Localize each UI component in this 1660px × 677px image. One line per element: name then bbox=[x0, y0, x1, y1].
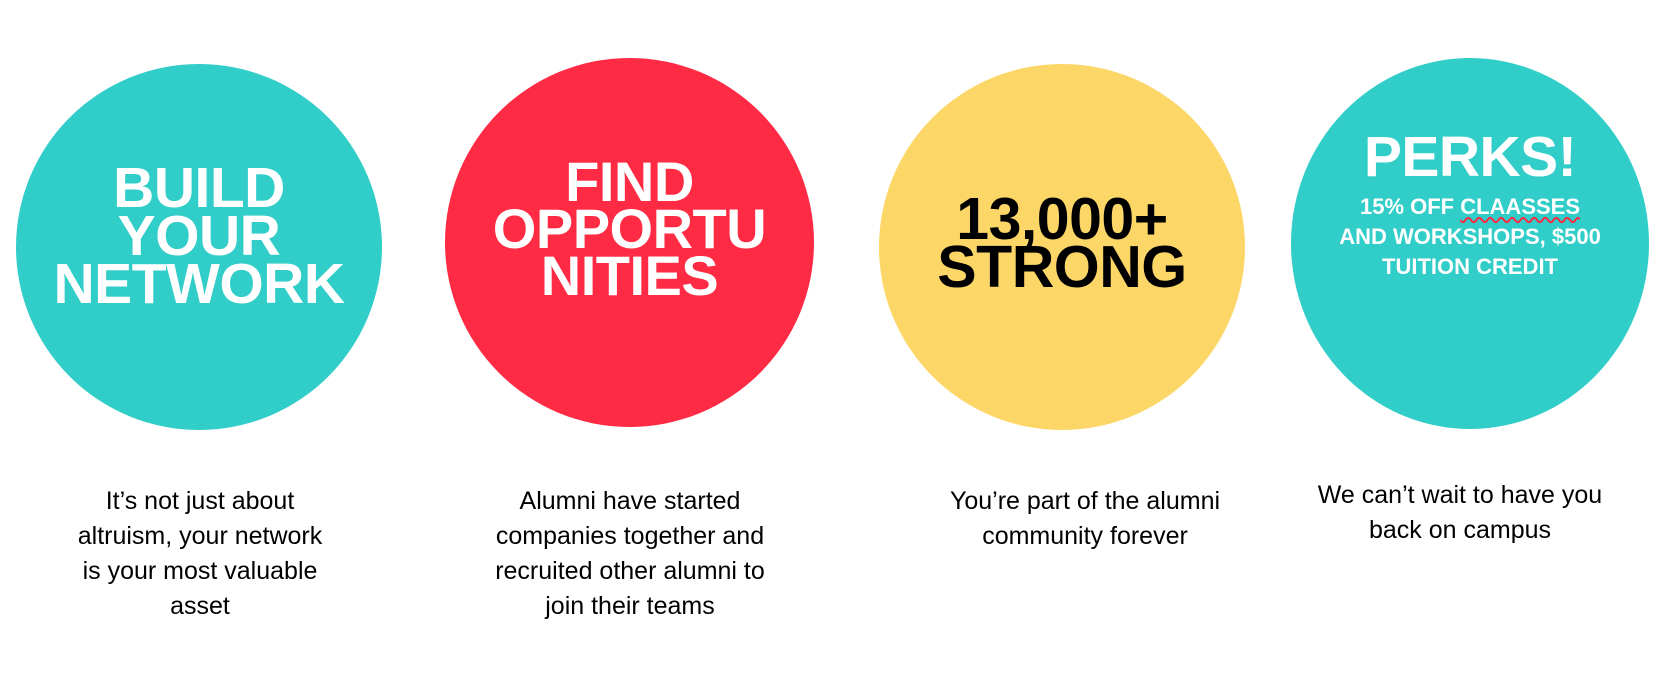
caption-line: asset bbox=[170, 592, 230, 620]
find-opportunities-circle: FIND OPPORTU NITIES bbox=[445, 58, 814, 427]
caption-line: companies together and bbox=[495, 522, 765, 550]
build-network-circle: BUILD YOUR NETWORK bbox=[16, 64, 382, 430]
perks-caption: We can’t wait to have you back on campus bbox=[1290, 478, 1630, 548]
perks-details-line: TUITION CREDIT bbox=[1382, 253, 1558, 279]
perks-headline: PERKS! bbox=[1363, 124, 1577, 189]
caption-line: You’re part of the alumni bbox=[949, 487, 1221, 515]
perks-details-line: AND WORKSHOPS, $500 bbox=[1339, 223, 1601, 249]
alumni-benefits-panel: BUILD YOUR NETWORK It’s not just about a… bbox=[0, 0, 1660, 677]
headline-line: NETWORK bbox=[53, 252, 345, 316]
caption-line: altruism, your network bbox=[77, 522, 323, 550]
alumni-count-headline: 13,000+ STRONG bbox=[937, 190, 1187, 300]
caption-line: We can’t wait to have you bbox=[1317, 481, 1603, 509]
alumni-count-circle: 13,000+ STRONG bbox=[879, 64, 1245, 430]
spelling-flagged-word: CLAASSES bbox=[1460, 193, 1581, 219]
perks-circle: PERKS! 15% OFF CLAASSES AND WORKSHOPS, $… bbox=[1291, 58, 1649, 429]
find-opportunities-caption: Alumni have started companies together a… bbox=[465, 484, 795, 624]
caption-line: It’s not just about bbox=[105, 487, 295, 515]
caption-line: recruited other alumni to bbox=[495, 557, 765, 585]
find-opportunities-headline: FIND OPPORTU NITIES bbox=[493, 154, 767, 304]
build-network-headline: BUILD YOUR NETWORK bbox=[53, 160, 345, 316]
perks-details-prefix: 15% OFF bbox=[1359, 193, 1461, 219]
perks-details: 15% OFF CLAASSES AND WORKSHOPS, $500 TUI… bbox=[1339, 192, 1601, 282]
caption-line: back on campus bbox=[1368, 516, 1552, 544]
headline-line: STRONG bbox=[937, 234, 1187, 300]
caption-line: community forever bbox=[982, 522, 1188, 550]
build-network-caption: It’s not just about altruism, your netwo… bbox=[30, 484, 370, 624]
alumni-count-caption: You’re part of the alumni community fore… bbox=[920, 484, 1250, 554]
caption-line: Alumni have started bbox=[519, 487, 741, 515]
caption-line: join their teams bbox=[545, 592, 715, 620]
headline-line: PERKS! bbox=[1363, 124, 1577, 189]
caption-line: is your most valuable bbox=[82, 557, 318, 585]
perks-details-line: 15% OFF CLAASSES bbox=[1339, 192, 1601, 222]
